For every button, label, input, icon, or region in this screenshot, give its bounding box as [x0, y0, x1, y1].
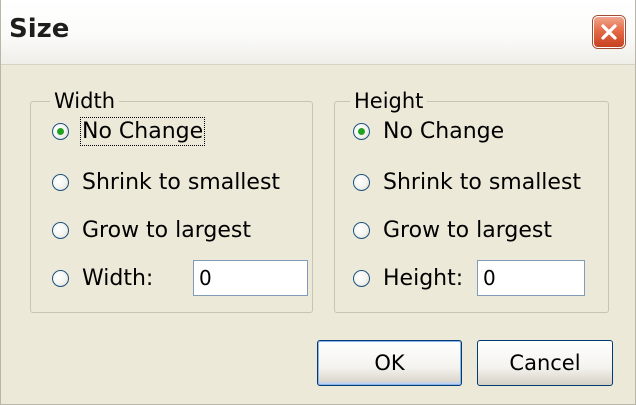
option-label: Grow to largest	[383, 218, 552, 243]
option-label: No Change	[79, 117, 206, 146]
close-button[interactable]	[593, 16, 625, 48]
option-label: Grow to largest	[82, 218, 251, 243]
radio-button[interactable]	[52, 174, 69, 191]
ok-button[interactable]: OK	[317, 340, 462, 386]
height-option-shrink[interactable]: Shrink to smallest	[353, 170, 581, 195]
option-label: Shrink to smallest	[383, 170, 582, 195]
width-legend: Width	[50, 88, 120, 114]
height-option-grow[interactable]: Grow to largest	[353, 218, 552, 243]
radio-button[interactable]	[353, 174, 370, 191]
radio-button[interactable]	[353, 222, 370, 239]
radio-button[interactable]	[353, 269, 370, 287]
size-dialog: Size Width No Change Shrink to smallest …	[0, 0, 636, 405]
dialog-title: Size	[9, 14, 70, 44]
width-option-custom[interactable]: Width:	[52, 260, 308, 296]
radio-button[interactable]	[52, 222, 69, 239]
cancel-button[interactable]: Cancel	[477, 340, 613, 386]
height-legend: Height	[350, 88, 428, 114]
close-icon	[601, 24, 617, 40]
option-label: Width:	[82, 265, 154, 291]
height-option-custom[interactable]: Height:	[353, 260, 585, 296]
option-label: No Change	[383, 119, 505, 144]
height-field[interactable]	[477, 260, 585, 296]
option-label: Height:	[383, 265, 464, 291]
width-option-no-change[interactable]: No Change	[52, 117, 206, 146]
width-option-shrink[interactable]: Shrink to smallest	[52, 170, 280, 195]
option-label: Shrink to smallest	[82, 170, 281, 195]
width-field[interactable]	[193, 260, 308, 296]
radio-button[interactable]	[353, 123, 370, 140]
title-bar[interactable]: Size	[1, 0, 635, 65]
radio-button[interactable]	[52, 123, 69, 140]
radio-button[interactable]	[52, 269, 69, 287]
height-option-no-change[interactable]: No Change	[353, 119, 504, 144]
width-option-grow[interactable]: Grow to largest	[52, 218, 251, 243]
